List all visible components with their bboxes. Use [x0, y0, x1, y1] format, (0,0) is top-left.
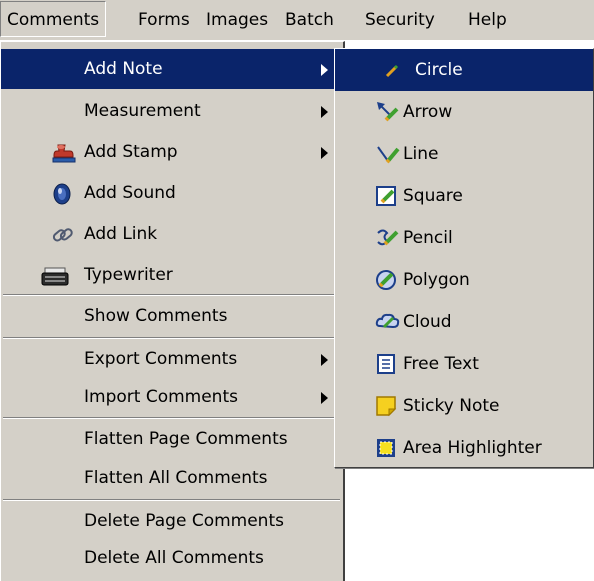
submenu-item-free-text[interactable]: Free Text — [335, 343, 593, 385]
stamp-icon — [51, 142, 76, 164]
area-highlighter-icon — [375, 437, 397, 459]
add-note-submenu: Circle Arrow Line Square Pencil Polygon … — [334, 48, 594, 468]
menu-forms[interactable]: Forms — [138, 0, 190, 40]
submenu-item-label: Free Text — [403, 354, 479, 374]
sticky-note-icon — [375, 395, 397, 417]
chain-link-icon — [51, 224, 73, 246]
menu-item-label: Add Stamp — [84, 142, 178, 162]
menu-help[interactable]: Help — [468, 0, 507, 40]
submenu-item-label: Sticky Note — [403, 396, 500, 416]
menu-item-label: Export Comments — [84, 349, 238, 369]
menu-item-label: Show Comments — [84, 306, 228, 326]
submenu-item-area-highlighter[interactable]: Area Highlighter — [335, 427, 593, 469]
submenu-arrow-icon — [321, 64, 328, 76]
pencil-icon — [375, 227, 399, 249]
submenu-arrow-icon — [321, 354, 328, 366]
menu-item-label: Typewriter — [84, 265, 173, 285]
menu-item-import-comments[interactable]: Import Comments — [1, 377, 342, 417]
submenu-item-polygon[interactable]: Polygon — [335, 259, 593, 301]
menu-item-label: Delete Page Comments — [84, 511, 284, 531]
menu-images[interactable]: Images — [206, 0, 268, 40]
menu-item-delete-page-comments[interactable]: Delete Page Comments — [1, 501, 342, 541]
menu-item-add-stamp[interactable]: Add Stamp — [1, 132, 342, 172]
menu-item-measurement[interactable]: Measurement — [1, 91, 342, 131]
submenu-item-square[interactable]: Square — [335, 175, 593, 217]
submenu-item-line[interactable]: Line — [335, 133, 593, 175]
pen-icon — [385, 64, 399, 78]
menu-batch[interactable]: Batch — [285, 0, 334, 40]
submenu-item-label: Line — [403, 144, 439, 164]
comments-dropdown: Add Note Measurement Add Stamp Add Sound… — [0, 41, 345, 581]
typewriter-icon — [41, 265, 69, 287]
menu-bar: Comments Forms Images Batch Security Hel… — [0, 0, 594, 40]
menu-item-add-sound[interactable]: Add Sound — [1, 173, 342, 213]
menu-item-add-link[interactable]: Add Link — [1, 214, 342, 254]
menu-item-delete-all-comments[interactable]: Delete All Comments — [1, 538, 342, 578]
submenu-arrow-icon — [321, 392, 328, 404]
speaker-icon — [51, 183, 73, 205]
menu-item-label: Add Link — [84, 224, 158, 244]
submenu-item-label: Square — [403, 186, 463, 206]
cloud-icon — [375, 311, 400, 333]
app-stage: Comments Forms Images Batch Security Hel… — [0, 0, 594, 581]
menu-item-show-comments[interactable]: Show Comments — [1, 296, 342, 336]
submenu-item-arrow[interactable]: Arrow — [335, 91, 593, 133]
menu-item-label: Delete All Comments — [84, 548, 264, 568]
menu-item-flatten-all-comments[interactable]: Flatten All Comments — [1, 458, 342, 498]
arrow-icon — [375, 101, 399, 123]
square-icon — [375, 185, 397, 207]
menu-item-label: Add Note — [84, 59, 163, 79]
polygon-icon — [375, 269, 397, 291]
menu-security[interactable]: Security — [365, 0, 435, 40]
submenu-item-pencil[interactable]: Pencil — [335, 217, 593, 259]
submenu-item-label: Circle — [415, 60, 463, 80]
line-icon — [375, 143, 400, 165]
menu-item-label: Add Sound — [84, 183, 176, 203]
submenu-item-label: Area Highlighter — [403, 438, 542, 458]
submenu-item-label: Polygon — [403, 270, 470, 290]
menu-item-label: Flatten Page Comments — [84, 429, 288, 449]
submenu-item-cloud[interactable]: Cloud — [335, 301, 593, 343]
submenu-item-label: Pencil — [403, 228, 453, 248]
submenu-item-label: Arrow — [403, 102, 453, 122]
menu-item-label: Measurement — [84, 101, 201, 121]
menu-item-export-comments[interactable]: Export Comments — [1, 339, 342, 379]
menu-comments[interactable]: Comments — [0, 1, 107, 37]
submenu-item-label: Cloud — [403, 312, 452, 332]
menu-item-label: Flatten All Comments — [84, 468, 268, 488]
submenu-item-sticky-note[interactable]: Sticky Note — [335, 385, 593, 427]
menu-item-flatten-page-comments[interactable]: Flatten Page Comments — [1, 419, 342, 459]
text-box-icon — [375, 353, 397, 375]
submenu-item-circle[interactable]: Circle — [335, 49, 593, 91]
menu-item-add-note[interactable]: Add Note — [1, 49, 342, 89]
submenu-arrow-icon — [321, 106, 328, 118]
menu-item-label: Import Comments — [84, 387, 238, 407]
submenu-arrow-icon — [321, 147, 328, 159]
menu-item-typewriter[interactable]: Typewriter — [1, 255, 342, 295]
